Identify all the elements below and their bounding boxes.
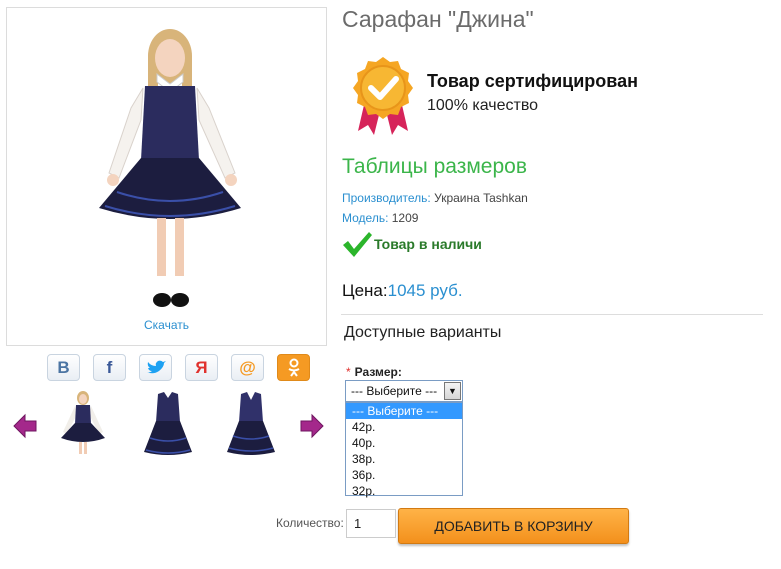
yandex-glyph: Я <box>195 357 208 377</box>
odnoklassniki-icon[interactable] <box>277 354 310 381</box>
add-to-cart-button[interactable]: ДОБАВИТЬ В КОРЗИНУ <box>398 508 629 544</box>
size-option[interactable]: --- Выберите --- <box>346 403 462 419</box>
size-option[interactable]: 42р. <box>346 419 462 435</box>
facebook-icon[interactable]: f <box>93 354 126 381</box>
price-value: 1045 руб. <box>387 281 463 300</box>
stock-status: Товар в наличи <box>342 229 482 259</box>
size-option[interactable]: 36р. <box>346 467 462 483</box>
product-title: Сарафан "Джина" <box>342 6 534 32</box>
model-value: 1209 <box>391 211 419 225</box>
vk-glyph: B <box>57 357 70 377</box>
thumbnail-1-image <box>61 391 105 454</box>
size-table-link[interactable]: Таблицы размеров <box>342 155 527 179</box>
size-select[interactable]: --- Выберите --- ▼ <box>345 380 463 402</box>
twitter-bird <box>146 360 166 373</box>
stock-text: Товар в наличи <box>374 236 482 252</box>
price: Цена:1045 руб. <box>342 281 463 301</box>
thumbnail-2-image <box>144 392 192 455</box>
quantity-label: Количество: <box>276 516 344 530</box>
manufacturer-value: Украина Tashkan <box>434 191 528 205</box>
price-label: Цена: <box>342 281 388 300</box>
variants-title: Доступные варианты <box>344 324 502 341</box>
size-label-text: Размер: <box>354 365 402 379</box>
certificate-title: Товар сертифицирован <box>427 71 638 91</box>
vk-icon[interactable]: B <box>47 354 80 381</box>
model-label: Модель: <box>342 211 389 225</box>
size-label: * Размер: <box>346 365 402 379</box>
twitter-icon[interactable] <box>139 354 172 381</box>
thumbnail-1[interactable] <box>51 388 115 458</box>
product-main-image[interactable]: Скачать <box>6 7 327 346</box>
mail-icon[interactable]: @ <box>231 354 264 381</box>
yandex-icon[interactable]: Я <box>185 354 218 381</box>
required-mark: * <box>346 365 351 379</box>
manufacturer-label[interactable]: Производитель: <box>342 191 431 205</box>
thumbnail-3-image <box>227 392 275 455</box>
thumbnail-next-arrow-icon[interactable] <box>299 413 325 439</box>
product-photo <box>99 29 241 307</box>
download-link[interactable]: Скачать <box>7 318 326 332</box>
odnoklassniki-figure <box>287 358 300 377</box>
checkmark-icon <box>343 232 372 257</box>
quantity-input[interactable] <box>346 509 396 538</box>
thumbnail-2[interactable] <box>136 388 200 458</box>
size-select-value: --- Выберите --- <box>351 384 438 398</box>
certificate-subtitle: 100% качество <box>427 97 539 114</box>
divider <box>341 314 763 315</box>
certified-badge-icon <box>350 55 416 137</box>
thumbnail-prev-arrow-icon[interactable] <box>12 413 38 439</box>
manufacturer-row: Производитель: Украина Tashkan <box>342 191 528 205</box>
size-dropdown-list: --- Выберите --- 42р. 40р. 38р. 36р. 32р… <box>345 402 463 499</box>
chevron-down-icon[interactable]: ▼ <box>444 382 461 400</box>
size-option[interactable]: 38р. <box>346 451 462 467</box>
size-option[interactable]: 32р. <box>346 483 462 499</box>
mail-glyph: @ <box>239 357 256 377</box>
social-share-bar: B f Я @ <box>47 354 310 381</box>
size-option[interactable]: 40р. <box>346 435 462 451</box>
facebook-glyph: f <box>106 357 113 377</box>
thumbnail-3[interactable] <box>219 388 283 458</box>
model-row: Модель: 1209 <box>342 211 418 225</box>
